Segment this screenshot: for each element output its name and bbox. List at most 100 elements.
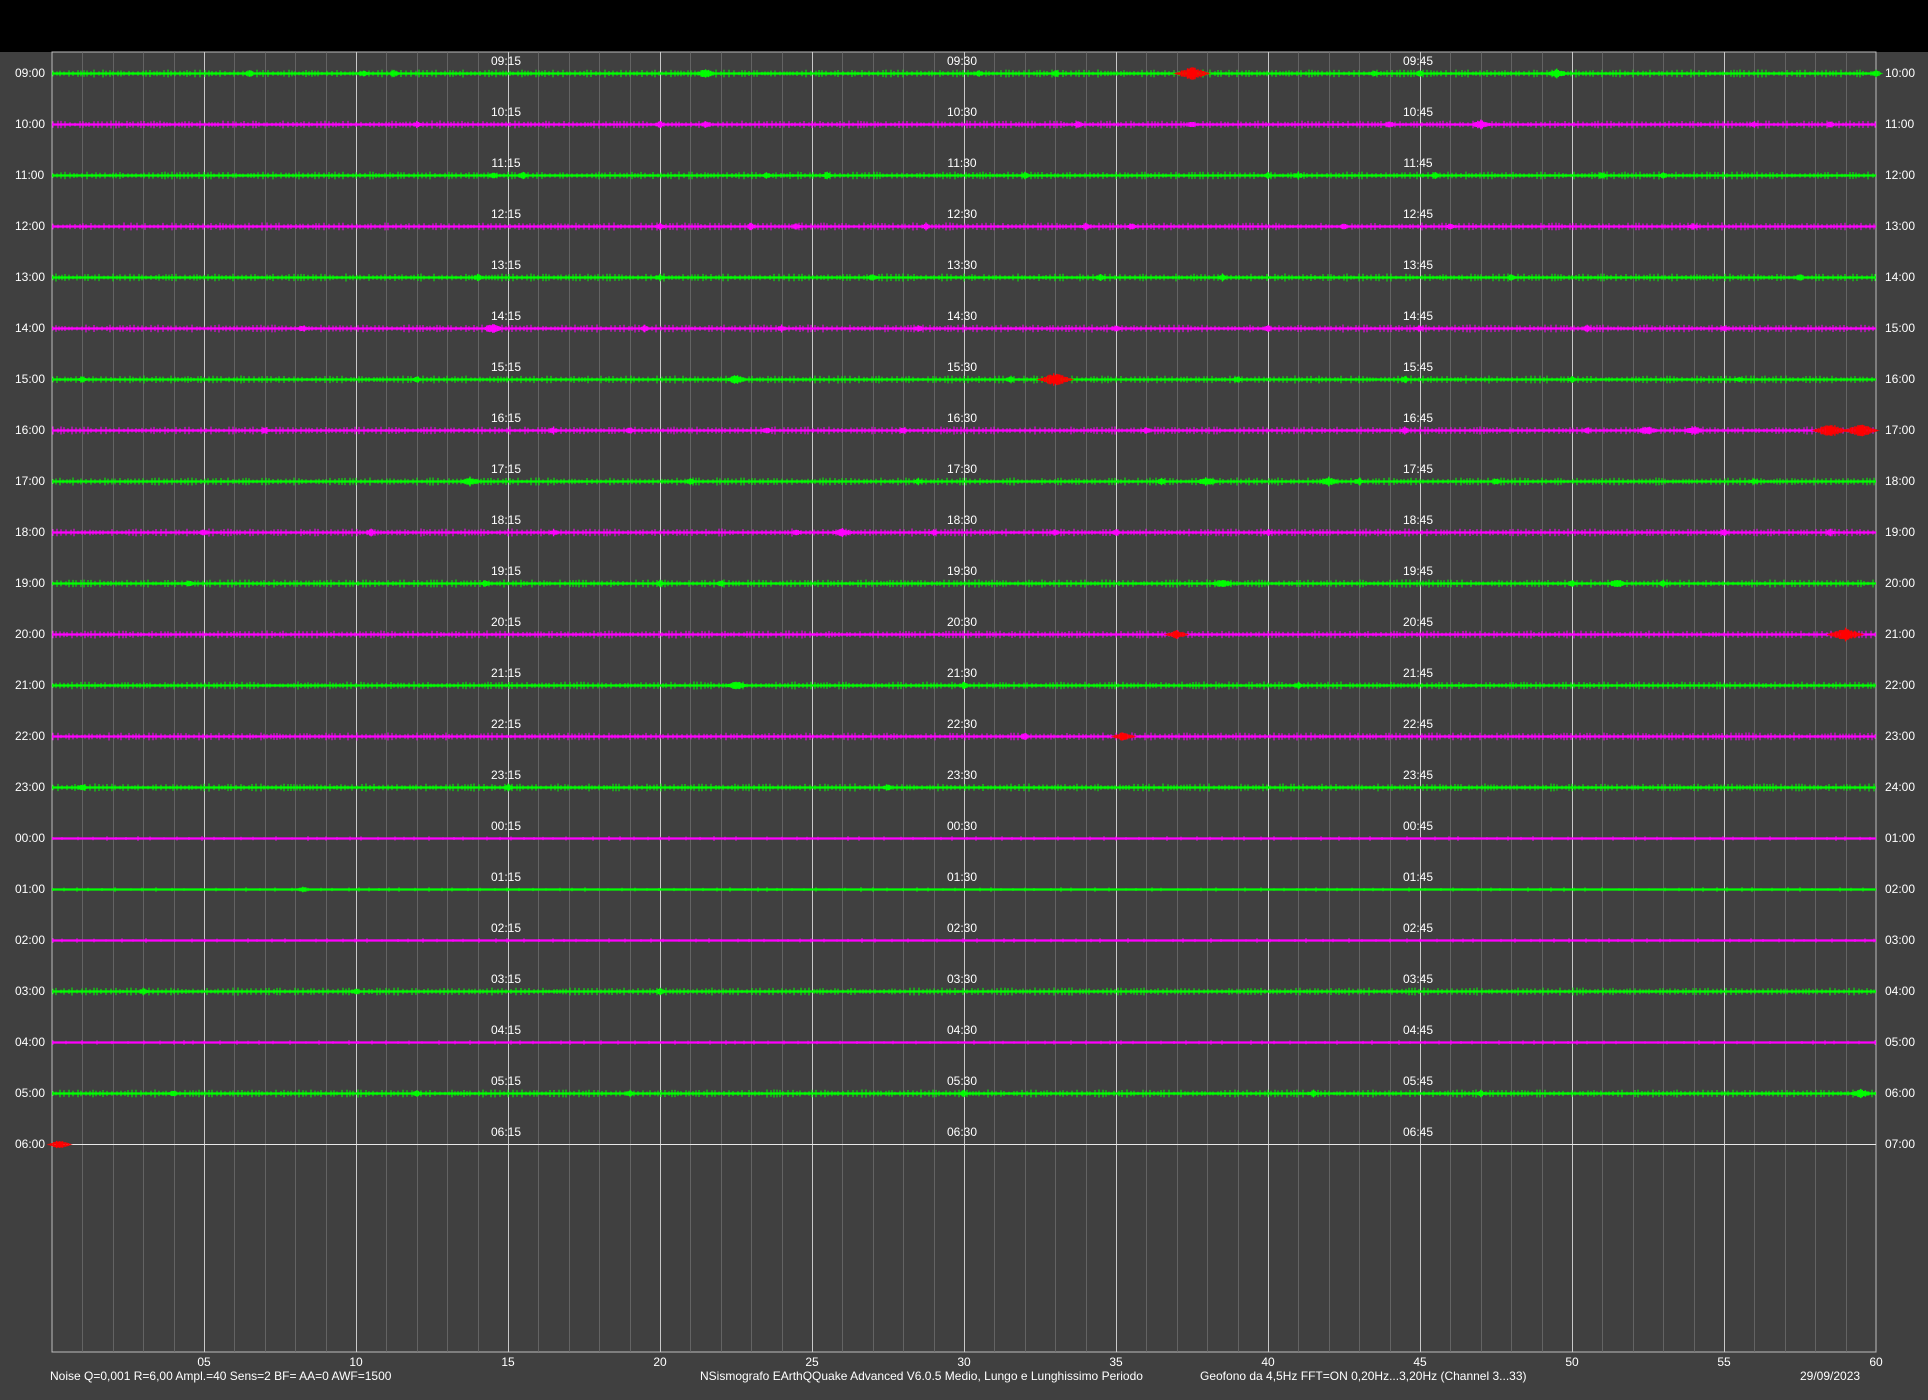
quarter-time-label: 16:15 <box>491 411 521 425</box>
row-end-time-label: 06:00 <box>1885 1086 1915 1100</box>
seismic-event <box>166 1090 181 1097</box>
quarter-time-label: 09:45 <box>1403 54 1433 68</box>
row-start-time-label: 21:00 <box>15 678 45 692</box>
seismic-event <box>356 70 371 77</box>
quarter-time-label: 04:45 <box>1403 1023 1433 1037</box>
seismic-event-peak <box>1218 580 1226 587</box>
row-start-time-label: 01:00 <box>15 882 45 896</box>
seismic-event <box>1261 171 1275 180</box>
seismic-event-peak <box>489 325 497 332</box>
row-end-time-label: 17:00 <box>1885 423 1915 437</box>
row-end-time-label: 01:00 <box>1885 831 1915 845</box>
row-end-time-label: 12:00 <box>1885 168 1915 182</box>
seismic-event <box>1428 172 1442 179</box>
seismic-event <box>638 324 652 333</box>
seismic-event <box>1078 222 1093 231</box>
row-start-time-label: 09:00 <box>15 66 45 80</box>
row-start-time-label: 11:00 <box>15 168 44 182</box>
row-start-time-label: 13:00 <box>15 270 45 284</box>
x-tick-label: 25 <box>805 1355 819 1369</box>
seismic-event-peak <box>1825 426 1836 435</box>
row-end-time-label: 14:00 <box>1885 270 1915 284</box>
quarter-time-label: 19:45 <box>1403 564 1433 578</box>
seismic-event <box>410 120 424 129</box>
seismic-event <box>881 784 895 791</box>
quarter-time-label: 06:30 <box>947 1125 977 1139</box>
quarter-time-label: 21:15 <box>491 666 521 680</box>
quarter-time-label: 13:30 <box>947 258 977 272</box>
quarter-time-label: 04:15 <box>491 1023 521 1037</box>
x-tick-label: 55 <box>1717 1355 1731 1369</box>
quarter-time-label: 15:45 <box>1403 360 1433 374</box>
seismic-event <box>242 70 257 77</box>
quarter-time-label: 22:45 <box>1403 717 1433 731</box>
x-tick-label: 30 <box>957 1355 971 1369</box>
seismic-event <box>714 580 728 587</box>
seismic-event-peak <box>732 682 740 689</box>
seismic-event <box>1352 477 1366 486</box>
quarter-time-label: 14:15 <box>491 309 521 323</box>
seismic-event <box>744 222 758 231</box>
seismic-event-peak <box>1050 375 1061 384</box>
quarter-time-label: 09:30 <box>947 54 977 68</box>
quarter-time-label: 21:30 <box>947 666 977 680</box>
seismic-event <box>1504 274 1518 281</box>
seismic-event <box>1124 223 1138 230</box>
quarter-time-label: 00:45 <box>1403 819 1433 833</box>
seismic-event <box>410 376 424 383</box>
quarter-time-label: 16:45 <box>1403 411 1433 425</box>
row-end-time-label: 20:00 <box>1885 576 1915 590</box>
seismic-event <box>1109 529 1123 536</box>
row-end-time-label: 07:00 <box>1885 1137 1915 1151</box>
seismic-event-peak <box>1120 733 1128 740</box>
seismic-event <box>1413 325 1427 332</box>
seismic-event <box>1413 70 1427 77</box>
x-tick-label: 10 <box>349 1355 363 1369</box>
seismic-event <box>470 273 485 282</box>
seismic-event-peak <box>1644 427 1652 434</box>
seismic-event-peak <box>56 1141 64 1148</box>
seismic-event <box>1565 580 1579 587</box>
seismic-event <box>136 987 150 996</box>
row-end-time-label: 02:00 <box>1885 882 1915 896</box>
seismic-event <box>759 172 774 179</box>
seismic-event <box>1717 529 1731 536</box>
quarter-time-label: 23:15 <box>491 768 521 782</box>
seismic-event <box>1154 477 1169 486</box>
quarter-time-label: 09:15 <box>491 54 521 68</box>
quarter-time-label: 13:15 <box>491 258 521 272</box>
seismic-event <box>516 171 530 180</box>
quarter-time-label: 22:30 <box>947 717 977 731</box>
row-start-time-label: 04:00 <box>15 1035 45 1049</box>
quarter-time-label: 23:45 <box>1403 768 1433 782</box>
quarter-time-label: 18:15 <box>491 513 521 527</box>
row-end-time-label: 13:00 <box>1885 219 1915 233</box>
x-tick-label: 45 <box>1413 1355 1427 1369</box>
row-start-time-label: 18:00 <box>15 525 45 539</box>
quarter-time-label: 01:30 <box>947 870 977 884</box>
seismic-event <box>622 427 637 434</box>
quarter-time-label: 11:15 <box>491 156 520 170</box>
quarter-time-label: 18:30 <box>947 513 977 527</box>
seismic-event-peak <box>1857 1090 1865 1097</box>
quarter-time-label: 06:15 <box>491 1125 521 1139</box>
quarter-time-label: 01:45 <box>1403 870 1433 884</box>
row-end-time-label: 03:00 <box>1885 933 1915 947</box>
seismic-event <box>296 325 310 332</box>
seismic-event <box>1398 376 1412 383</box>
quarter-time-label: 20:30 <box>947 615 977 629</box>
quarter-time-label: 19:15 <box>491 564 521 578</box>
quarter-time-label: 13:45 <box>1403 258 1433 272</box>
quarter-time-label: 04:30 <box>947 1023 977 1037</box>
row-start-time-label: 12:00 <box>15 219 45 233</box>
row-start-time-label: 06:00 <box>15 1137 45 1151</box>
quarter-time-label: 14:45 <box>1403 309 1433 323</box>
seismic-event <box>653 222 667 231</box>
quarter-time-label: 12:15 <box>491 207 521 221</box>
seismic-event <box>1489 478 1503 485</box>
quarter-time-label: 17:30 <box>947 462 977 476</box>
seismic-event <box>759 427 774 434</box>
x-tick-label: 15 <box>501 1355 515 1369</box>
seismic-event-peak <box>838 529 846 536</box>
seismic-event <box>387 69 401 78</box>
